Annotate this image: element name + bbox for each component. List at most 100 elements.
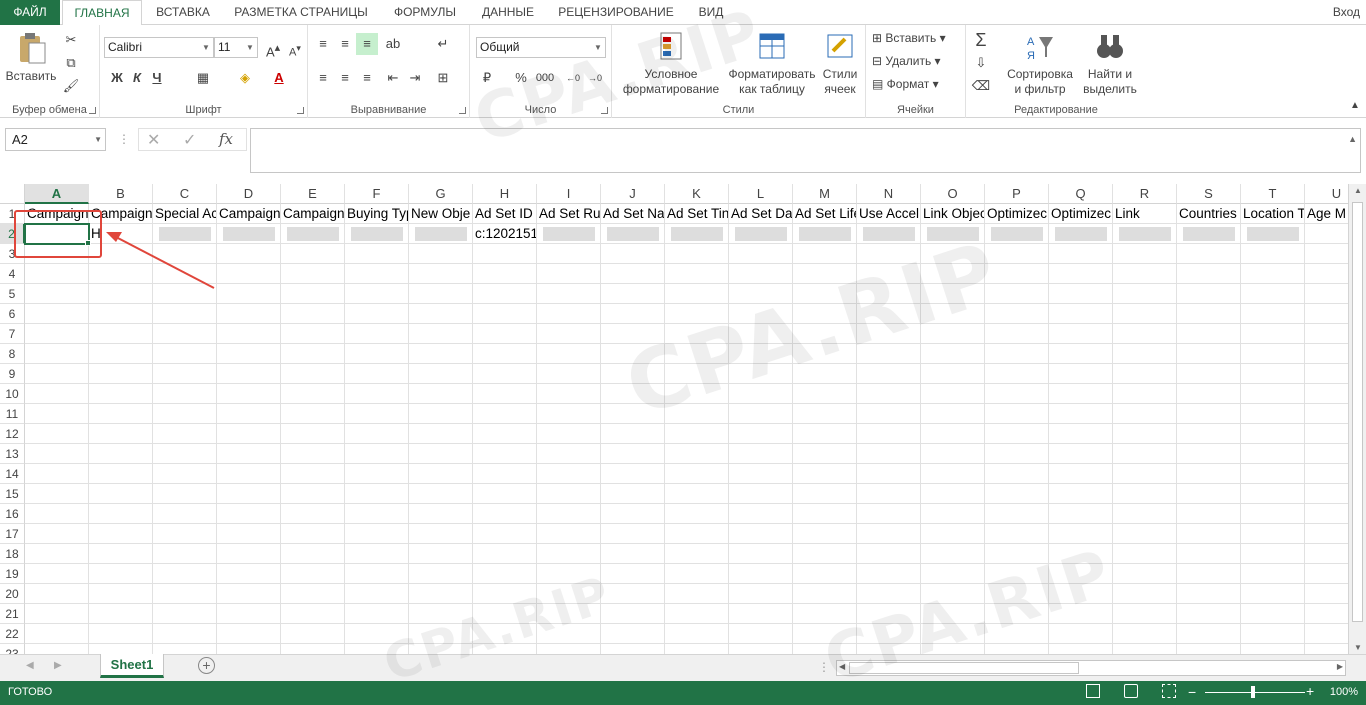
cell-p3[interactable] — [985, 244, 1049, 264]
cell-k23[interactable] — [665, 644, 729, 654]
increase-font-icon[interactable]: A▴ — [262, 37, 284, 59]
tab-review[interactable]: РЕЦЕНЗИРОВАНИЕ — [551, 0, 681, 25]
cell-c13[interactable] — [153, 444, 217, 464]
row-header-15[interactable]: 15 — [0, 484, 25, 504]
cell-b14[interactable] — [89, 464, 153, 484]
cell-g9[interactable] — [409, 364, 473, 384]
cell-e3[interactable] — [281, 244, 345, 264]
cell-o23[interactable] — [921, 644, 985, 654]
cell-n8[interactable] — [857, 344, 921, 364]
column-header-k[interactable]: K — [665, 184, 729, 204]
cell-f15[interactable] — [345, 484, 409, 504]
cell-c18[interactable] — [153, 544, 217, 564]
row-header-21[interactable]: 21 — [0, 604, 25, 624]
cell-o1[interactable]: Link Objec — [921, 204, 985, 224]
cell-o12[interactable] — [921, 424, 985, 444]
cell-i4[interactable] — [537, 264, 601, 284]
cell-k3[interactable] — [665, 244, 729, 264]
cell-a13[interactable] — [25, 444, 89, 464]
cell-s14[interactable] — [1177, 464, 1241, 484]
cell-a11[interactable] — [25, 404, 89, 424]
align-center-icon[interactable]: ≡ — [334, 67, 356, 89]
cell-p10[interactable] — [985, 384, 1049, 404]
cell-a22[interactable] — [25, 624, 89, 644]
cell-l6[interactable] — [729, 304, 793, 324]
cell-d3[interactable] — [217, 244, 281, 264]
cell-o17[interactable] — [921, 524, 985, 544]
cell-m13[interactable] — [793, 444, 857, 464]
cell-b18[interactable] — [89, 544, 153, 564]
cell-j21[interactable] — [601, 604, 665, 624]
cell-a8[interactable] — [25, 344, 89, 364]
cell-h23[interactable] — [473, 644, 537, 654]
cell-l1[interactable]: Ad Set Da — [729, 204, 793, 224]
cell-i11[interactable] — [537, 404, 601, 424]
cell-j20[interactable] — [601, 584, 665, 604]
cell-r3[interactable] — [1113, 244, 1177, 264]
row-header-18[interactable]: 18 — [0, 544, 25, 564]
cell-k18[interactable] — [665, 544, 729, 564]
cell-r19[interactable] — [1113, 564, 1177, 584]
cell-a16[interactable] — [25, 504, 89, 524]
font-name-select[interactable]: Calibri ▼ — [104, 37, 214, 58]
sign-in-link[interactable]: Вход — [1333, 0, 1360, 25]
vertical-scroll-thumb[interactable] — [1352, 202, 1363, 622]
column-header-r[interactable]: R — [1113, 184, 1177, 204]
cell-a15[interactable] — [25, 484, 89, 504]
cell-h8[interactable] — [473, 344, 537, 364]
cell-m18[interactable] — [793, 544, 857, 564]
cell-f5[interactable] — [345, 284, 409, 304]
cell-p4[interactable] — [985, 264, 1049, 284]
cell-i21[interactable] — [537, 604, 601, 624]
cell-t5[interactable] — [1241, 284, 1305, 304]
cell-r8[interactable] — [1113, 344, 1177, 364]
cell-e8[interactable] — [281, 344, 345, 364]
row-header-20[interactable]: 20 — [0, 584, 25, 604]
cell-q6[interactable] — [1049, 304, 1113, 324]
cell-q1[interactable]: Optimizec — [1049, 204, 1113, 224]
cell-q11[interactable] — [1049, 404, 1113, 424]
cell-n21[interactable] — [857, 604, 921, 624]
cell-s21[interactable] — [1177, 604, 1241, 624]
cell-p12[interactable] — [985, 424, 1049, 444]
cell-d20[interactable] — [217, 584, 281, 604]
cell-h7[interactable] — [473, 324, 537, 344]
cell-b23[interactable] — [89, 644, 153, 654]
cell-n17[interactable] — [857, 524, 921, 544]
cell-k9[interactable] — [665, 364, 729, 384]
cell-t22[interactable] — [1241, 624, 1305, 644]
cell-q8[interactable] — [1049, 344, 1113, 364]
zoom-out-icon[interactable]: − — [1188, 684, 1196, 700]
cell-q21[interactable] — [1049, 604, 1113, 624]
scroll-up-icon[interactable]: ▲ — [1349, 186, 1366, 195]
cell-s18[interactable] — [1177, 544, 1241, 564]
cell-i19[interactable] — [537, 564, 601, 584]
cell-i23[interactable] — [537, 644, 601, 654]
column-header-u[interactable]: U — [1305, 184, 1348, 204]
cell-b20[interactable] — [89, 584, 153, 604]
cell-n22[interactable] — [857, 624, 921, 644]
cell-j19[interactable] — [601, 564, 665, 584]
cell-c19[interactable] — [153, 564, 217, 584]
cell-n11[interactable] — [857, 404, 921, 424]
cell-f20[interactable] — [345, 584, 409, 604]
cell-t11[interactable] — [1241, 404, 1305, 424]
format-as-table-button[interactable]: Форматировать как таблицу — [726, 31, 818, 97]
name-box[interactable]: A2 ▼ — [5, 128, 106, 151]
column-header-a[interactable]: A — [25, 184, 89, 204]
row-header-17[interactable]: 17 — [0, 524, 25, 544]
cell-b5[interactable] — [89, 284, 153, 304]
borders-icon[interactable]: ▦ — [192, 67, 214, 89]
cell-m15[interactable] — [793, 484, 857, 504]
row-header-10[interactable]: 10 — [0, 384, 25, 404]
cell-m3[interactable] — [793, 244, 857, 264]
cell-p13[interactable] — [985, 444, 1049, 464]
cell-b22[interactable] — [89, 624, 153, 644]
cell-k4[interactable] — [665, 264, 729, 284]
cell-u2[interactable] — [1305, 224, 1348, 244]
cell-u16[interactable] — [1305, 504, 1348, 524]
cell-h16[interactable] — [473, 504, 537, 524]
number-format-select[interactable]: Общий ▼ — [476, 37, 606, 58]
normal-view-icon[interactable] — [1086, 684, 1100, 698]
cell-r7[interactable] — [1113, 324, 1177, 344]
